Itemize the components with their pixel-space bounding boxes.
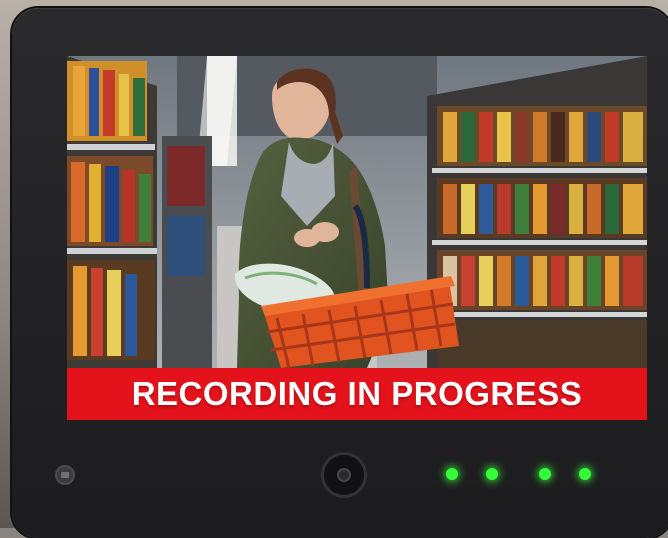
store-scene-image	[67, 56, 647, 368]
banner-text: RECORDING IN PROGRESS	[131, 375, 583, 412]
status-led-2	[486, 468, 498, 480]
menu-button-icon[interactable]	[55, 465, 75, 485]
display-screen: RECORDING IN PROGRESS	[67, 56, 647, 420]
status-led-3	[539, 468, 551, 480]
camera-lens-icon	[324, 455, 364, 495]
recording-banner: RECORDING IN PROGRESS	[67, 368, 647, 420]
status-led-4	[579, 468, 591, 480]
status-led-1	[446, 468, 458, 480]
monitor-device: RECORDING IN PROGRESS	[12, 8, 668, 538]
